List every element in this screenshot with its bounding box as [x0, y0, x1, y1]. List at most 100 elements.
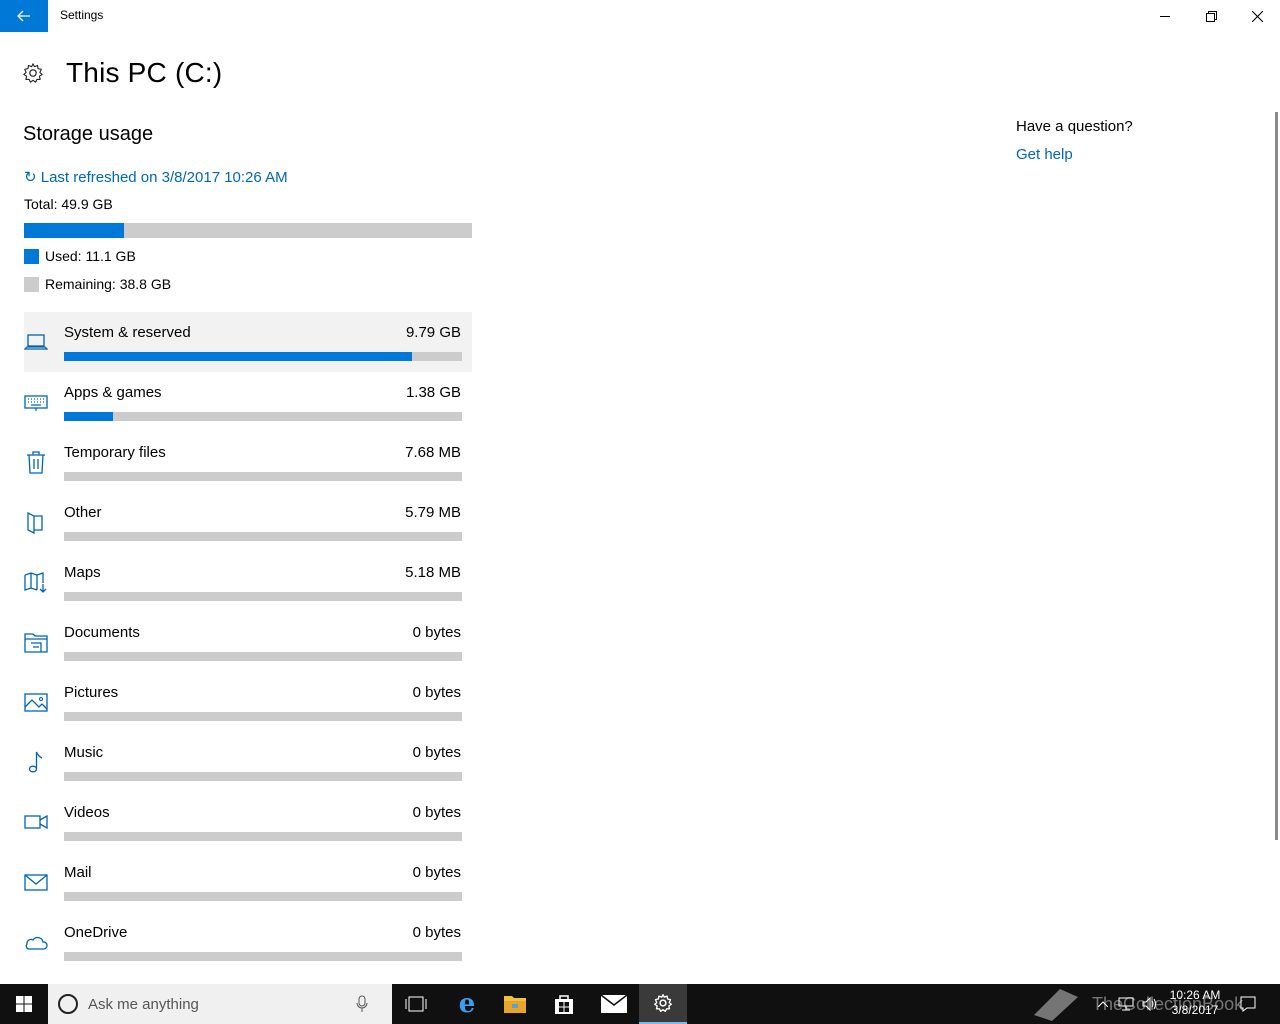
category-size: 0 bytes: [412, 924, 461, 941]
page-title: This PC (C:): [66, 57, 223, 88]
back-arrow-icon: [17, 10, 30, 22]
settings-app-button[interactable]: [639, 984, 687, 1024]
category-documents[interactable]: Documents 0 bytes: [24, 612, 472, 672]
category-size: 0 bytes: [412, 744, 461, 761]
category-usage-bar: [64, 712, 462, 721]
back-button[interactable]: [0, 0, 48, 32]
network-icon: [1118, 997, 1134, 1011]
get-help-link[interactable]: Get help: [1016, 146, 1073, 163]
picture-icon: [24, 693, 48, 712]
category-usage-fill: [64, 352, 412, 361]
vertical-scrollbar[interactable]: [1275, 112, 1278, 840]
category-name: OneDrive: [64, 924, 128, 941]
category-usage-bar: [64, 352, 462, 361]
task-view-button[interactable]: [392, 984, 440, 1024]
clock-date: 3/8/2017: [1171, 1003, 1219, 1017]
category-size: 5.79 MB: [405, 504, 461, 521]
volume-button[interactable]: [1140, 984, 1160, 1024]
page-header: This PC (C:): [22, 56, 222, 90]
category-usage-bar: [64, 832, 462, 841]
category-usage-fill: [64, 412, 113, 421]
total-label: Total: 49.9 GB: [24, 196, 113, 212]
category-size: 1.38 GB: [405, 384, 461, 401]
settings-gear-icon: [654, 994, 672, 1012]
taskbar: e TheCollectionBook 10:26 AM 3/8/2017: [0, 984, 1280, 1024]
category-music[interactable]: Music 0 bytes: [24, 732, 472, 792]
start-button[interactable]: [0, 984, 48, 1024]
task-view-icon: [405, 996, 427, 1012]
close-icon: [1251, 10, 1263, 22]
category-usage-bar: [64, 472, 462, 481]
category-name: Temporary files: [64, 444, 166, 461]
notification-icon: [1240, 996, 1256, 1012]
last-refreshed-link[interactable]: ↻ Last refreshed on 3/8/2017 10:26 AM: [24, 168, 288, 186]
category-size: 0 bytes: [412, 624, 461, 641]
category-usage-bar: [64, 532, 462, 541]
storage-category-list: System & reserved 9.79 GB Apps & games 1…: [24, 312, 472, 972]
clock[interactable]: 10:26 AM 3/8/2017: [1160, 988, 1230, 1018]
file-explorer-button[interactable]: [491, 984, 539, 1024]
used-swatch: [24, 248, 39, 264]
category-size: 7.68 MB: [405, 444, 461, 461]
remaining-label: Remaining: 38.8 GB: [45, 276, 172, 292]
other-folder-icon: [27, 511, 43, 534]
total-usage-fill: [24, 223, 124, 238]
category-usage-bar: [64, 652, 462, 661]
search-input[interactable]: [88, 995, 348, 1013]
video-camera-icon: [24, 814, 48, 830]
category-apps-games[interactable]: Apps & games 1.38 GB: [24, 372, 472, 432]
title-bar: Settings: [0, 0, 1280, 32]
category-usage-bar: [64, 892, 462, 901]
mail-app-button[interactable]: [590, 984, 638, 1024]
trash-icon: [27, 451, 45, 474]
edge-icon: e: [458, 989, 476, 1019]
category-name: Other: [64, 504, 102, 521]
category-usage-bar: [64, 952, 462, 961]
microphone-icon[interactable]: [356, 995, 368, 1013]
minimize-button[interactable]: [1142, 0, 1188, 32]
category-maps[interactable]: Maps 5.18 MB: [24, 552, 472, 612]
show-hidden-icons-button[interactable]: [1094, 984, 1112, 1024]
category-pictures[interactable]: Pictures 0 bytes: [24, 672, 472, 732]
category-usage-bar: [64, 772, 462, 781]
help-question: Have a question?: [1016, 118, 1133, 135]
category-temporary-files[interactable]: Temporary files 7.68 MB: [24, 432, 472, 492]
category-name: System & reserved: [64, 324, 191, 341]
book-logo-icon: [1034, 989, 1078, 1021]
gear-icon: [23, 63, 43, 83]
category-name: Pictures: [64, 684, 119, 701]
category-system-reserved[interactable]: System & reserved 9.79 GB: [24, 312, 472, 372]
network-button[interactable]: [1116, 984, 1136, 1024]
restore-button[interactable]: [1188, 0, 1234, 32]
used-label: Used: 11.1 GB: [45, 248, 136, 264]
clock-time: 10:26 AM: [1169, 988, 1221, 1002]
remaining-swatch: [24, 276, 39, 292]
category-size: 9.79 GB: [405, 324, 461, 341]
category-onedrive[interactable]: OneDrive 0 bytes: [24, 912, 472, 972]
store-button[interactable]: [540, 984, 588, 1024]
keyboard-icon: [24, 395, 48, 411]
category-usage-bar: [64, 592, 462, 601]
mail-envelope-icon: [601, 995, 627, 1013]
cloud-icon: [25, 936, 48, 950]
category-other[interactable]: Other 5.79 MB: [24, 492, 472, 552]
category-size: 0 bytes: [412, 684, 461, 701]
edge-browser-button[interactable]: e: [443, 984, 491, 1024]
close-button[interactable]: [1234, 0, 1280, 32]
folder-icon: [504, 996, 526, 1013]
category-name: Maps: [64, 564, 101, 581]
music-note-icon: [28, 751, 43, 773]
restore-icon: [1205, 10, 1217, 22]
action-center-button[interactable]: [1236, 984, 1260, 1024]
category-videos[interactable]: Videos 0 bytes: [24, 792, 472, 852]
cortana-icon: [58, 994, 78, 1014]
mail-icon: [24, 874, 48, 891]
category-size: 5.18 MB: [405, 564, 461, 581]
category-size: 0 bytes: [412, 804, 461, 821]
cortana-search-box[interactable]: [48, 984, 392, 1024]
category-name: Mail: [64, 864, 92, 881]
category-mail[interactable]: Mail 0 bytes: [24, 852, 472, 912]
speaker-icon: [1142, 997, 1156, 1011]
chevron-up-icon: [1098, 1001, 1108, 1007]
remaining-legend: Remaining: 38.8 GB: [24, 276, 171, 292]
